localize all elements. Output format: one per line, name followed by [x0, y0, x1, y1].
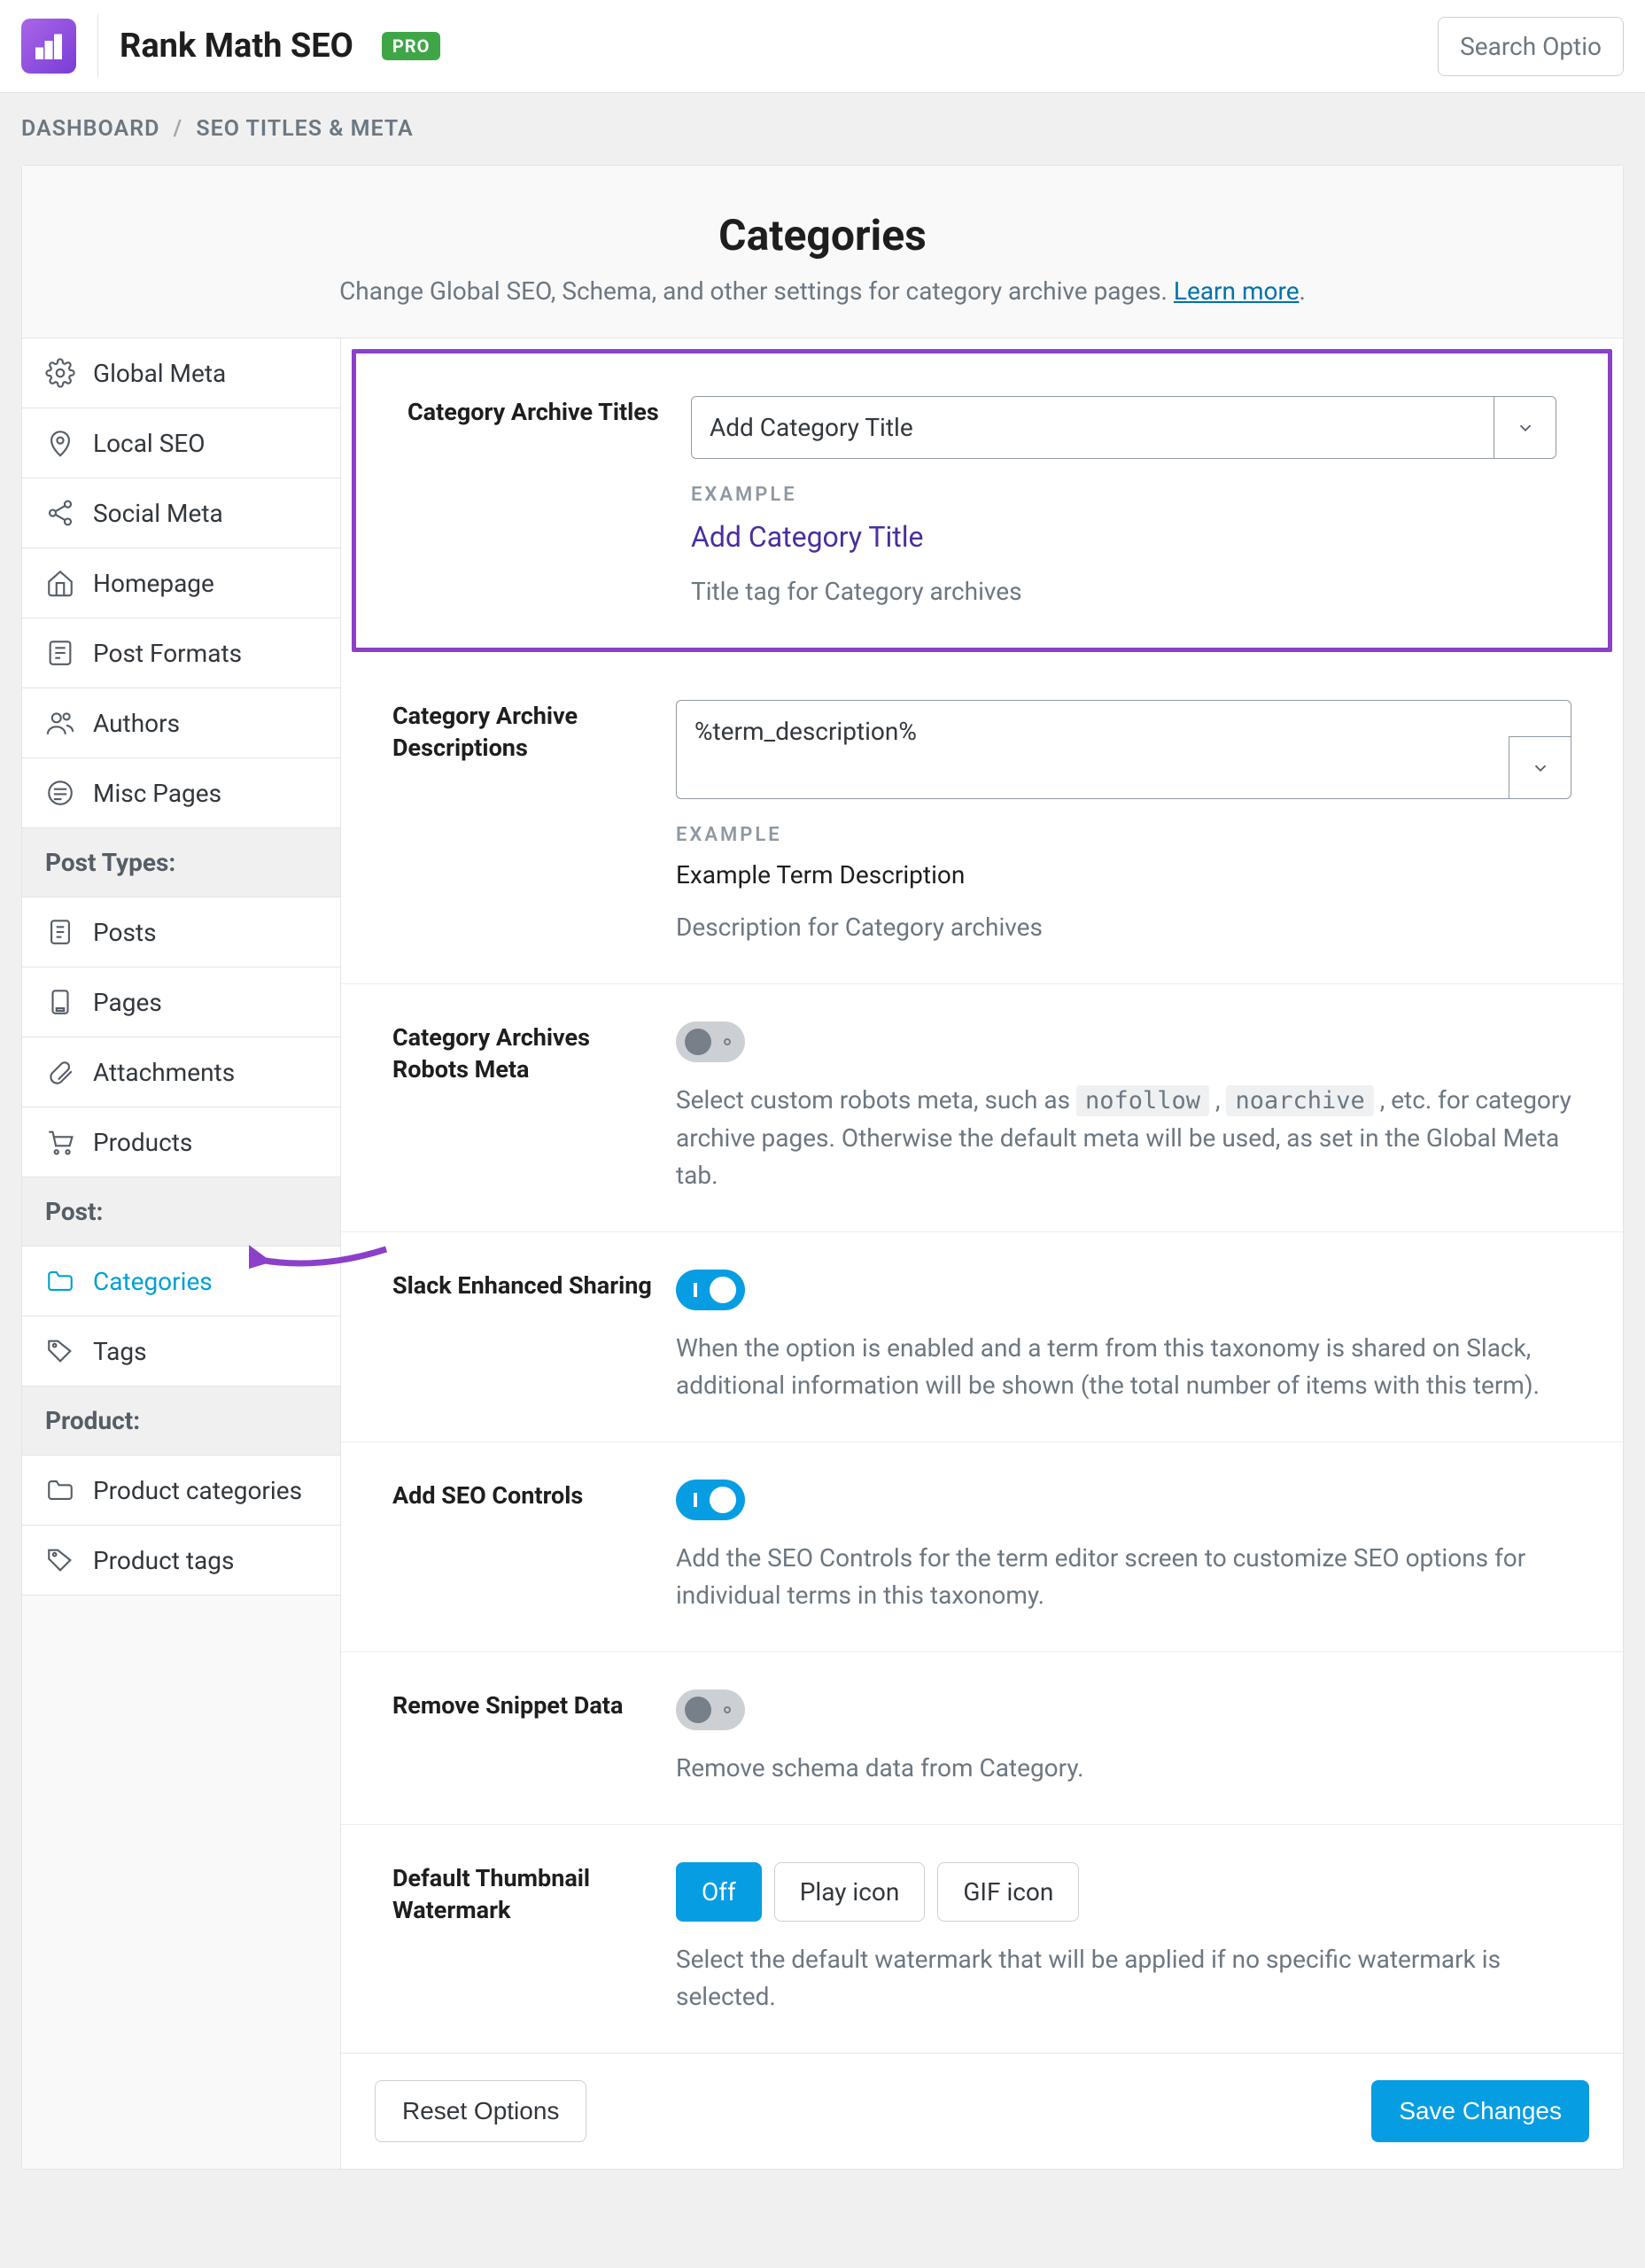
reset-options-button[interactable]: Reset Options [375, 2080, 586, 2142]
sidebar-item-products[interactable]: Products [22, 1107, 340, 1177]
sidebar-item-misc-pages[interactable]: Misc Pages [22, 758, 340, 828]
label-robots-meta: Category Archives Robots Meta [392, 1021, 658, 1194]
folder-icon [45, 1475, 75, 1505]
label-seo-controls: Add SEO Controls [392, 1480, 658, 1614]
sidebar-group-post-types: Post Types: [22, 828, 340, 897]
watermark-option-gif[interactable]: GIF icon [937, 1862, 1079, 1922]
pin-icon [45, 428, 75, 458]
sidebar-group-product: Product: [22, 1386, 340, 1456]
remove-snippet-toggle[interactable] [676, 1689, 745, 1730]
label-archive-descriptions: Category Archive Descriptions [392, 700, 658, 946]
sidebar-item-attachments[interactable]: Attachments [22, 1037, 340, 1107]
breadcrumb: DASHBOARD / SEO TITLES & META [0, 93, 1645, 165]
sidebar-group-post: Post: [22, 1177, 340, 1247]
label-slack-sharing: Slack Enhanced Sharing [392, 1270, 658, 1404]
sidebar-item-tags[interactable]: Tags [22, 1317, 340, 1386]
sidebar-item-global-meta[interactable]: Global Meta [22, 338, 340, 408]
help-archive-descriptions: Description for Category archives [676, 909, 1571, 946]
archive-title-input[interactable]: Add Category Title [691, 396, 1556, 459]
document-icon [45, 917, 75, 947]
sidebar-item-pages[interactable]: Pages [22, 967, 340, 1037]
sidebar-item-local-seo[interactable]: Local SEO [22, 408, 340, 478]
cart-icon [45, 1127, 75, 1157]
help-remove-snippet: Remove schema data from Category. [676, 1750, 1571, 1787]
seo-controls-toggle[interactable] [676, 1480, 745, 1520]
sidebar-item-product-categories[interactable]: Product categories [22, 1456, 340, 1526]
help-robots-meta: Select custom robots meta, such as nofol… [676, 1082, 1571, 1194]
robots-meta-toggle[interactable] [676, 1021, 745, 1062]
example-title: Add Category Title [691, 520, 1556, 554]
help-seo-controls: Add the SEO Controls for the term editor… [676, 1540, 1571, 1614]
gear-icon [45, 358, 75, 388]
watermark-option-off[interactable]: Off [676, 1862, 762, 1922]
paperclip-icon [45, 1057, 75, 1087]
slack-sharing-toggle[interactable] [676, 1270, 745, 1310]
chevron-down-icon [1516, 418, 1535, 438]
list-icon [45, 638, 75, 668]
label-remove-snippet: Remove Snippet Data [392, 1689, 658, 1787]
sidebar-item-post-formats[interactable]: Post Formats [22, 618, 340, 688]
learn-more-link[interactable]: Learn more [1174, 276, 1300, 306]
help-slack: When the option is enabled and a term fr… [676, 1330, 1571, 1404]
archive-description-input[interactable]: %term_description% [676, 700, 1571, 799]
search-input[interactable]: Search Optio [1438, 17, 1624, 76]
label-thumbnail-watermark: Default Thumbnail Watermark [392, 1862, 658, 2016]
pro-badge: PRO [382, 32, 441, 60]
page-title: Categories [43, 210, 1602, 260]
rankmath-logo [21, 19, 76, 74]
save-changes-button[interactable]: Save Changes [1371, 2080, 1589, 2142]
page-icon [45, 987, 75, 1017]
users-icon [45, 708, 75, 738]
chevron-down-icon [1531, 758, 1550, 778]
breadcrumb-current: SEO TITLES & META [196, 116, 413, 142]
tag-icon [45, 1336, 75, 1366]
sidebar-item-social-meta[interactable]: Social Meta [22, 478, 340, 548]
example-description: Example Term Description [676, 860, 1571, 889]
variable-dropdown-button[interactable] [1494, 397, 1556, 458]
sidebar-item-posts[interactable]: Posts [22, 897, 340, 967]
page-subtitle: Change Global SEO, Schema, and other set… [43, 276, 1602, 306]
variable-dropdown-button[interactable] [1509, 736, 1571, 798]
sidebar-item-categories[interactable]: Categories [22, 1247, 340, 1317]
label-archive-titles: Category Archive Titles [407, 396, 673, 610]
help-archive-titles: Title tag for Category archives [691, 573, 1556, 610]
watermark-option-play[interactable]: Play icon [774, 1862, 926, 1922]
share-icon [45, 498, 75, 528]
tag-icon [45, 1545, 75, 1575]
help-thumbnail: Select the default watermark that will b… [676, 1941, 1571, 2016]
home-icon [45, 568, 75, 598]
app-title: Rank Math SEO [120, 27, 353, 66]
sidebar-item-homepage[interactable]: Homepage [22, 548, 340, 618]
sidebar-item-authors[interactable]: Authors [22, 688, 340, 758]
sidebar-item-product-tags[interactable]: Product tags [22, 1526, 340, 1596]
folder-icon [45, 1266, 75, 1296]
breadcrumb-root[interactable]: DASHBOARD [21, 116, 159, 142]
misc-icon [45, 778, 75, 808]
